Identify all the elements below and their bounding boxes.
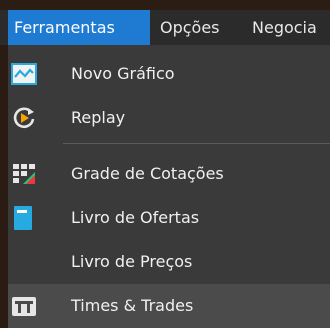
menu-item-label: Times & Trades xyxy=(71,296,194,315)
background-strip xyxy=(0,0,330,10)
menu-opcoes[interactable]: Opções xyxy=(154,10,226,45)
menu-separator xyxy=(63,143,330,144)
menu-item-label: Livro de Preços xyxy=(71,252,193,271)
menu-ferramentas[interactable]: Ferramentas xyxy=(8,10,150,45)
menu-item-novo-grafico[interactable]: Novo Gráfico xyxy=(8,52,330,96)
menu-item-label: Replay xyxy=(71,108,126,127)
order-book-icon xyxy=(8,196,48,240)
menu-item-label: Livro de Ofertas xyxy=(71,208,200,227)
menu-negociacao[interactable]: Negocia xyxy=(246,10,323,45)
chart-line-icon xyxy=(8,52,48,96)
menu-item-label: Grade de Cotações xyxy=(71,164,224,183)
menu-item-livro-de-ofertas[interactable]: Livro de Ofertas xyxy=(8,196,330,240)
menu-item-grade-de-cotacoes[interactable]: Grade de Cotações xyxy=(8,152,330,196)
ferramentas-dropdown: Novo Gráfico Replay Grade de Cotações Li… xyxy=(8,45,330,328)
menu-item-replay[interactable]: Replay xyxy=(8,96,330,140)
menu-item-label: Novo Gráfico xyxy=(71,64,175,83)
times-trades-icon xyxy=(8,284,48,328)
replay-icon xyxy=(8,96,48,140)
menu-item-times-trades[interactable]: Times & Trades xyxy=(8,284,330,328)
menu-bar: Ferramentas Opções Negocia xyxy=(0,10,330,45)
quote-grid-icon xyxy=(8,152,48,196)
menu-item-livro-de-precos[interactable]: Livro de Preços xyxy=(8,240,330,284)
